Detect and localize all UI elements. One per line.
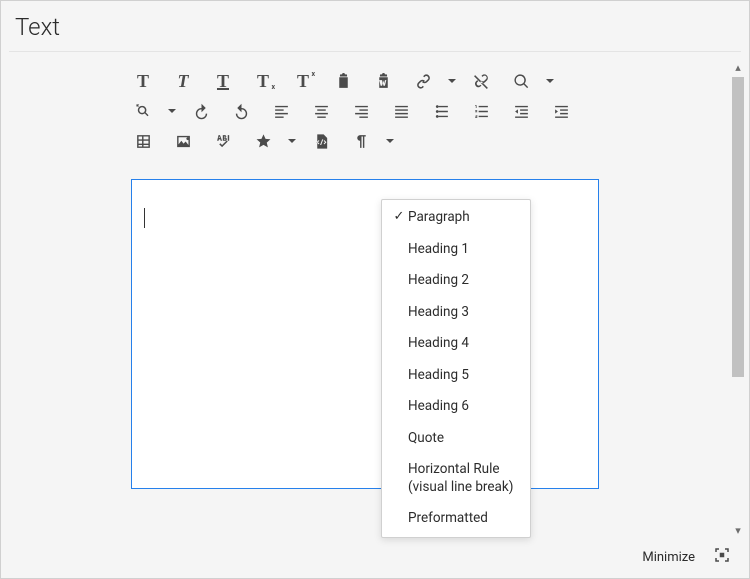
format-option-7[interactable]: Quote [382, 423, 530, 455]
paragraph-format-button-chevron[interactable] [381, 136, 399, 146]
bold-button[interactable]: T [123, 66, 163, 96]
paste-word-button[interactable] [363, 66, 403, 96]
paragraph-format-button[interactable] [341, 126, 381, 156]
scroll-down-arrow[interactable]: ▾ [731, 524, 745, 538]
format-option-4[interactable]: Heading 4 [382, 328, 530, 360]
format-option-9[interactable]: Preformatted [382, 503, 530, 535]
format-option-label: Heading 6 [408, 398, 520, 416]
check-icon: ✓ [390, 209, 408, 226]
image-button[interactable] [163, 126, 203, 156]
justify-button[interactable] [381, 96, 421, 126]
italic-button[interactable]: T [163, 66, 203, 96]
table-button[interactable] [123, 126, 163, 156]
special-char-button-chevron[interactable] [283, 136, 301, 146]
toolbar: TTTTxTx [123, 66, 591, 156]
link-button-chevron[interactable] [443, 76, 461, 86]
scrollbar[interactable]: ▴ ▾ [731, 61, 745, 538]
scroll-up-arrow[interactable]: ▴ [731, 61, 745, 75]
outdent-button[interactable] [501, 96, 541, 126]
format-option-6[interactable]: Heading 6 [382, 391, 530, 423]
find-button[interactable] [501, 66, 541, 96]
format-option-5[interactable]: Heading 5 [382, 360, 530, 392]
subscript-button[interactable]: Tx [243, 66, 283, 96]
paragraph-format-dropdown[interactable]: ✓Paragraph Heading 1 Heading 2 Heading 3 Hea… [381, 199, 531, 538]
underline-button[interactable]: T [203, 66, 243, 96]
find-button-chevron[interactable] [541, 76, 559, 86]
bullet-list-button[interactable] [421, 96, 461, 126]
special-char-button[interactable] [243, 126, 283, 156]
format-option-label: Quote [408, 430, 520, 448]
panel-title: Text [1, 1, 749, 51]
footer: Minimize [642, 546, 731, 568]
link-button[interactable] [403, 66, 443, 96]
format-option-3[interactable]: Heading 3 [382, 297, 530, 329]
unlink-button[interactable] [461, 66, 501, 96]
numbered-list-button[interactable] [461, 96, 501, 126]
source-edit-button[interactable] [301, 126, 341, 156]
scroll-thumb[interactable] [732, 77, 744, 377]
text-editor-panel: Text TTTTxTx ✓ParagraphHeading 1Heading … [0, 0, 750, 579]
format-option-8[interactable]: Horizontal Rule (visual line break) [382, 454, 530, 503]
divider [9, 51, 741, 52]
fullscreen-icon[interactable] [713, 546, 731, 568]
undo-button[interactable] [181, 96, 221, 126]
format-option-label: Paragraph [408, 209, 520, 227]
indent-button[interactable] [541, 96, 581, 126]
text-cursor [144, 208, 145, 228]
format-option-label: Horizontal Rule (visual line break) [408, 461, 520, 496]
format-option-label: Heading 3 [408, 304, 520, 322]
format-option-label: Heading 2 [408, 272, 520, 290]
format-option-0[interactable]: ✓Paragraph [382, 202, 530, 234]
redo-button[interactable] [221, 96, 261, 126]
align-left-button[interactable] [261, 96, 301, 126]
replace-button-chevron[interactable] [163, 106, 181, 116]
align-center-button[interactable] [301, 96, 341, 126]
format-option-label: Heading 1 [408, 241, 520, 259]
align-right-button[interactable] [341, 96, 381, 126]
format-option-label: Heading 4 [408, 335, 520, 353]
replace-button[interactable] [123, 96, 163, 126]
paste-text-button[interactable] [323, 66, 363, 96]
minimize-button[interactable]: Minimize [642, 550, 695, 565]
format-option-label: Heading 5 [408, 367, 520, 385]
spellcheck-button[interactable] [203, 126, 243, 156]
superscript-button[interactable]: Tx [283, 66, 323, 96]
format-option-label: Preformatted [408, 510, 520, 528]
format-option-2[interactable]: Heading 2 [382, 265, 530, 297]
format-option-1[interactable]: Heading 1 [382, 234, 530, 266]
